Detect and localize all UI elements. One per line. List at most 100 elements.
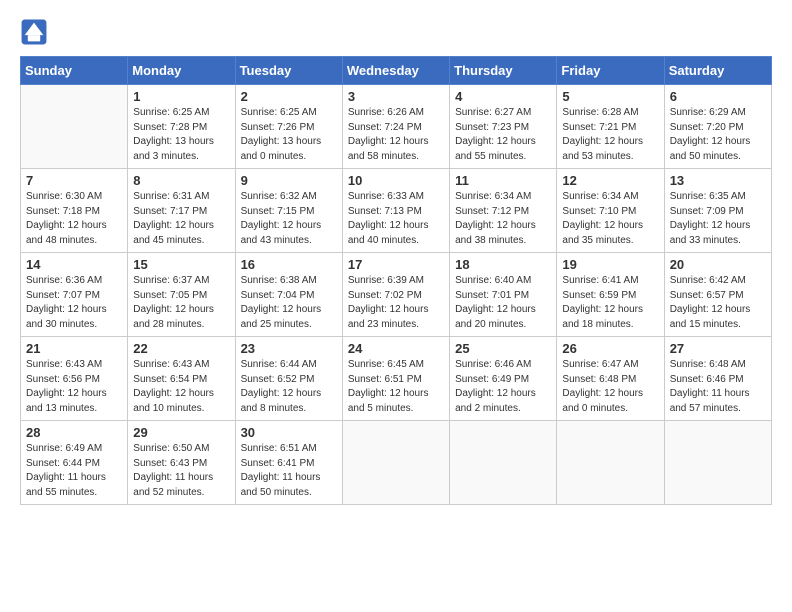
day-number: 16 xyxy=(241,257,337,272)
day-cell: 29 Sunrise: 6:50 AM Sunset: 6:43 PM Dayli… xyxy=(128,421,235,505)
day-number: 28 xyxy=(26,425,122,440)
day-number: 15 xyxy=(133,257,229,272)
day-info: Sunrise: 6:34 AM Sunset: 7:12 PM Dayligh… xyxy=(455,190,551,248)
day-cell xyxy=(557,421,664,505)
day-number: 13 xyxy=(670,173,766,188)
day-cell: 24Sunrise: 6:45 AM Sunset: 6:51 PM Dayli… xyxy=(342,337,449,421)
day-cell: 28 Sunrise: 6:49 AM Sunset: 6:44 PM Dayli… xyxy=(21,421,128,505)
day-cell: 5 Sunrise: 6:28 AM Sunset: 7:21 PM Daylig… xyxy=(557,85,664,169)
day-cell: 10 Sunrise: 6:33 AM Sunset: 7:13 PM Dayli… xyxy=(342,169,449,253)
day-number: 5 xyxy=(562,89,658,104)
day-info: Sunrise: 6:40 AM Sunset: 7:01 PM Dayligh… xyxy=(455,274,551,332)
day-cell: 8 Sunrise: 6:31 AM Sunset: 7:17 PM Daylig… xyxy=(128,169,235,253)
day-cell: 2 Sunrise: 6:25 AM Sunset: 7:26 PM Daylig… xyxy=(235,85,342,169)
day-cell: 25 Sunrise: 6:46 AM Sunset: 6:49 PM Dayli… xyxy=(450,337,557,421)
day-number: 4 xyxy=(455,89,551,104)
day-number: 12 xyxy=(562,173,658,188)
day-cell: 17 Sunrise: 6:39 AM Sunset: 7:02 PM Dayli… xyxy=(342,253,449,337)
day-info: Sunrise: 6:51 AM Sunset: 6:41 PM Dayligh… xyxy=(241,442,337,500)
weekday-header-wednesday: Wednesday xyxy=(342,57,449,85)
weekday-header-friday: Friday xyxy=(557,57,664,85)
day-info: Sunrise: 6:32 AM Sunset: 7:15 PM Dayligh… xyxy=(241,190,337,248)
day-info: Sunrise: 6:25 AM Sunset: 7:26 PM Dayligh… xyxy=(241,106,337,164)
day-number: 2 xyxy=(241,89,337,104)
day-cell: 23 Sunrise: 6:44 AM Sunset: 6:52 PM Dayli… xyxy=(235,337,342,421)
weekday-header-thursday: Thursday xyxy=(450,57,557,85)
day-info: Sunrise: 6:34 AM Sunset: 7:10 PM Dayligh… xyxy=(562,190,658,248)
day-cell: 18 Sunrise: 6:40 AM Sunset: 7:01 PM Dayli… xyxy=(450,253,557,337)
day-info: Sunrise: 6:26 AM Sunset: 7:24 PM Dayligh… xyxy=(348,106,444,164)
day-cell: 7 Sunrise: 6:30 AM Sunset: 7:18 PM Daylig… xyxy=(21,169,128,253)
day-number: 3 xyxy=(348,89,444,104)
day-cell: 26Sunrise: 6:47 AM Sunset: 6:48 PM Dayli… xyxy=(557,337,664,421)
calendar-table: SundayMondayTuesdayWednesdayThursdayFrid… xyxy=(20,56,772,505)
day-cell: 21 Sunrise: 6:43 AM Sunset: 6:56 PM Dayli… xyxy=(21,337,128,421)
week-row-1: 1 Sunrise: 6:25 AM Sunset: 7:28 PM Daylig… xyxy=(21,85,772,169)
page: SundayMondayTuesdayWednesdayThursdayFrid… xyxy=(0,0,792,612)
day-cell: 1 Sunrise: 6:25 AM Sunset: 7:28 PM Daylig… xyxy=(128,85,235,169)
header xyxy=(20,18,772,46)
day-cell xyxy=(664,421,771,505)
day-cell: 22Sunrise: 6:43 AM Sunset: 6:54 PM Dayli… xyxy=(128,337,235,421)
day-number: 29 xyxy=(133,425,229,440)
day-number: 1 xyxy=(133,89,229,104)
day-info: Sunrise: 6:50 AM Sunset: 6:43 PM Dayligh… xyxy=(133,442,229,500)
day-cell: 13 Sunrise: 6:35 AM Sunset: 7:09 PM Dayli… xyxy=(664,169,771,253)
week-row-2: 7 Sunrise: 6:30 AM Sunset: 7:18 PM Daylig… xyxy=(21,169,772,253)
day-number: 7 xyxy=(26,173,122,188)
week-row-3: 14 Sunrise: 6:36 AM Sunset: 7:07 PM Dayli… xyxy=(21,253,772,337)
day-cell: 3 Sunrise: 6:26 AM Sunset: 7:24 PM Daylig… xyxy=(342,85,449,169)
day-number: 20 xyxy=(670,257,766,272)
day-number: 24 xyxy=(348,341,444,356)
day-info: Sunrise: 6:30 AM Sunset: 7:18 PM Dayligh… xyxy=(26,190,122,248)
day-number: 14 xyxy=(26,257,122,272)
day-info: Sunrise: 6:36 AM Sunset: 7:07 PM Dayligh… xyxy=(26,274,122,332)
day-number: 11 xyxy=(455,173,551,188)
day-info: Sunrise: 6:28 AM Sunset: 7:21 PM Dayligh… xyxy=(562,106,658,164)
day-number: 18 xyxy=(455,257,551,272)
day-cell: 16 Sunrise: 6:38 AM Sunset: 7:04 PM Dayli… xyxy=(235,253,342,337)
day-cell: 19Sunrise: 6:41 AM Sunset: 6:59 PM Dayli… xyxy=(557,253,664,337)
day-info: Sunrise: 6:39 AM Sunset: 7:02 PM Dayligh… xyxy=(348,274,444,332)
day-cell: 6Sunrise: 6:29 AM Sunset: 7:20 PM Daylig… xyxy=(664,85,771,169)
day-cell xyxy=(21,85,128,169)
day-info: Sunrise: 6:33 AM Sunset: 7:13 PM Dayligh… xyxy=(348,190,444,248)
weekday-header-row: SundayMondayTuesdayWednesdayThursdayFrid… xyxy=(21,57,772,85)
day-info: Sunrise: 6:47 AM Sunset: 6:48 PM Dayligh… xyxy=(562,358,658,416)
day-number: 30 xyxy=(241,425,337,440)
day-info: Sunrise: 6:27 AM Sunset: 7:23 PM Dayligh… xyxy=(455,106,551,164)
day-cell: 4 Sunrise: 6:27 AM Sunset: 7:23 PM Daylig… xyxy=(450,85,557,169)
day-cell xyxy=(342,421,449,505)
day-cell: 14 Sunrise: 6:36 AM Sunset: 7:07 PM Dayli… xyxy=(21,253,128,337)
day-info: Sunrise: 6:46 AM Sunset: 6:49 PM Dayligh… xyxy=(455,358,551,416)
day-cell: 27Sunrise: 6:48 AM Sunset: 6:46 PM Dayli… xyxy=(664,337,771,421)
day-cell: 15 Sunrise: 6:37 AM Sunset: 7:05 PM Dayli… xyxy=(128,253,235,337)
weekday-header-monday: Monday xyxy=(128,57,235,85)
day-number: 22 xyxy=(133,341,229,356)
day-info: Sunrise: 6:35 AM Sunset: 7:09 PM Dayligh… xyxy=(670,190,766,248)
day-number: 25 xyxy=(455,341,551,356)
day-cell: 9 Sunrise: 6:32 AM Sunset: 7:15 PM Daylig… xyxy=(235,169,342,253)
day-info: Sunrise: 6:38 AM Sunset: 7:04 PM Dayligh… xyxy=(241,274,337,332)
day-number: 8 xyxy=(133,173,229,188)
logo xyxy=(20,18,52,46)
day-info: Sunrise: 6:41 AM Sunset: 6:59 PM Dayligh… xyxy=(562,274,658,332)
day-cell: 12 Sunrise: 6:34 AM Sunset: 7:10 PM Dayli… xyxy=(557,169,664,253)
day-number: 17 xyxy=(348,257,444,272)
weekday-header-saturday: Saturday xyxy=(664,57,771,85)
day-number: 21 xyxy=(26,341,122,356)
weekday-header-tuesday: Tuesday xyxy=(235,57,342,85)
day-cell xyxy=(450,421,557,505)
day-number: 10 xyxy=(348,173,444,188)
day-cell: 20Sunrise: 6:42 AM Sunset: 6:57 PM Dayli… xyxy=(664,253,771,337)
day-number: 9 xyxy=(241,173,337,188)
day-info: Sunrise: 6:31 AM Sunset: 7:17 PM Dayligh… xyxy=(133,190,229,248)
day-number: 6 xyxy=(670,89,766,104)
day-info: Sunrise: 6:49 AM Sunset: 6:44 PM Dayligh… xyxy=(26,442,122,500)
day-info: Sunrise: 6:43 AM Sunset: 6:56 PM Dayligh… xyxy=(26,358,122,416)
weekday-header-sunday: Sunday xyxy=(21,57,128,85)
day-info: Sunrise: 6:25 AM Sunset: 7:28 PM Dayligh… xyxy=(133,106,229,164)
day-info: Sunrise: 6:44 AM Sunset: 6:52 PM Dayligh… xyxy=(241,358,337,416)
day-info: Sunrise: 6:37 AM Sunset: 7:05 PM Dayligh… xyxy=(133,274,229,332)
day-number: 23 xyxy=(241,341,337,356)
